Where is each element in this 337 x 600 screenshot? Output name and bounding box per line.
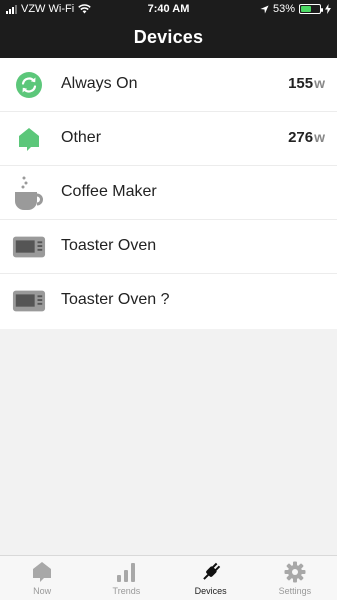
- device-name: Coffee Maker: [61, 183, 157, 200]
- plug-icon: [169, 561, 253, 585]
- device-row-toaster-oven-unconfirmed[interactable]: Toaster Oven ?: [0, 274, 337, 329]
- other-home-icon: [12, 122, 46, 156]
- device-name: Toaster Oven: [61, 237, 157, 254]
- app-header: VZW Wi-Fi 7:40 AM 53% Devices: [0, 0, 337, 58]
- device-row-toaster-oven[interactable]: Toaster Oven: [0, 220, 337, 274]
- device-name: Other: [61, 129, 102, 146]
- tab-bar: Now Trends Devices Settings: [0, 555, 337, 600]
- device-row-always-on[interactable]: Always On 155w: [0, 58, 337, 112]
- tab-label: Devices: [194, 586, 227, 596]
- device-watts: 276w: [288, 129, 325, 146]
- device-watts: 155w: [288, 75, 325, 92]
- trends-bars-icon: [84, 561, 168, 585]
- toaster-oven-icon: [12, 230, 46, 264]
- tab-trends[interactable]: Trends: [84, 556, 168, 600]
- battery-percent: 53%: [272, 3, 295, 15]
- status-bar: VZW Wi-Fi 7:40 AM 53%: [0, 0, 337, 18]
- page-title: Devices: [133, 27, 204, 47]
- toaster-oven-icon: [12, 284, 46, 318]
- always-on-icon: [12, 68, 46, 102]
- tab-label: Now: [33, 586, 52, 596]
- charging-bolt-icon: [325, 4, 331, 14]
- device-list: Always On 155w Other 276w Coffee Maker T…: [0, 58, 337, 329]
- tab-settings[interactable]: Settings: [253, 556, 337, 600]
- device-row-coffee-maker[interactable]: Coffee Maker: [0, 166, 337, 220]
- device-name: Always On: [61, 75, 138, 92]
- coffee-cup-icon: [12, 176, 46, 210]
- gear-icon: [253, 561, 337, 585]
- battery-icon: [299, 4, 323, 14]
- tab-devices[interactable]: Devices: [169, 556, 253, 600]
- now-icon: [0, 561, 84, 585]
- device-row-other[interactable]: Other 276w: [0, 112, 337, 166]
- tab-now[interactable]: Now: [0, 556, 84, 600]
- device-name: Toaster Oven ?: [61, 291, 170, 308]
- tab-label: Settings: [278, 586, 312, 596]
- tab-label: Trends: [112, 586, 141, 596]
- location-arrow-icon: [260, 4, 269, 14]
